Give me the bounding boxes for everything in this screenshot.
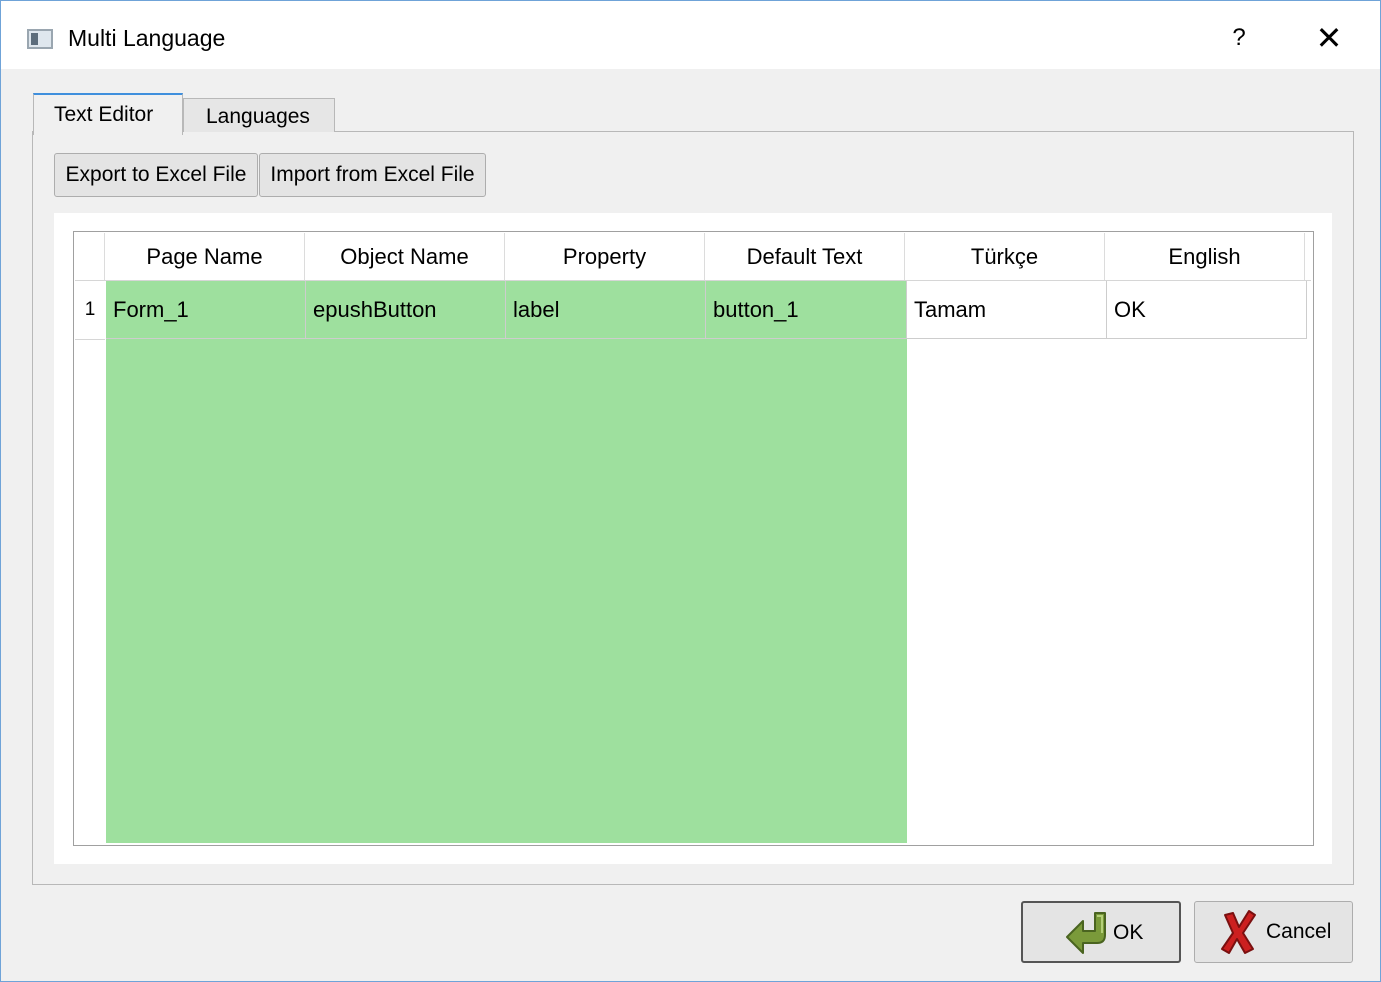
column-header-object-name[interactable]: Object Name <box>305 233 505 280</box>
ok-button[interactable]: OK <box>1021 901 1181 963</box>
column-header-english[interactable]: English <box>1105 233 1305 280</box>
close-button[interactable]: ✕ <box>1310 21 1348 55</box>
column-header-property[interactable]: Property <box>505 233 705 280</box>
title-bar: Multi Language ? ✕ <box>1 1 1380 69</box>
table-header: Page Name Object Name Property Default T… <box>75 233 1311 281</box>
column-header-page-name[interactable]: Page Name <box>105 233 305 280</box>
tab-text-editor[interactable]: Text Editor <box>33 93 183 135</box>
multi-language-dialog: Multi Language ? ✕ Text Editor Languages… <box>0 0 1381 982</box>
cell-english[interactable]: OK <box>1107 281 1307 339</box>
dialog-title: Multi Language <box>68 25 226 51</box>
row-number[interactable]: 1 <box>75 281 105 340</box>
column-header-turkce[interactable]: Türkçe <box>905 233 1105 280</box>
red-x-icon <box>1221 910 1256 954</box>
cancel-button[interactable]: Cancel <box>1194 901 1353 963</box>
readonly-columns-area <box>106 281 907 843</box>
tab-languages[interactable]: Languages <box>183 98 335 132</box>
cell-property[interactable]: label <box>506 281 706 339</box>
cell-turkce[interactable]: Tamam <box>907 281 1107 339</box>
window-icon <box>27 29 53 49</box>
cell-object-name[interactable]: epushButton <box>306 281 506 339</box>
ok-label: OK <box>1113 921 1144 944</box>
column-header-default-text[interactable]: Default Text <box>705 233 905 280</box>
cell-page-name[interactable]: Form_1 <box>106 281 306 339</box>
cell-default-text[interactable]: button_1 <box>706 281 907 339</box>
help-button[interactable]: ? <box>1224 21 1254 55</box>
export-excel-button[interactable]: Export to Excel File <box>54 153 258 197</box>
import-excel-button[interactable]: Import from Excel File <box>259 153 486 197</box>
corner-header <box>75 233 105 280</box>
cancel-label: Cancel <box>1266 920 1332 943</box>
green-arrow-icon <box>1066 912 1106 954</box>
